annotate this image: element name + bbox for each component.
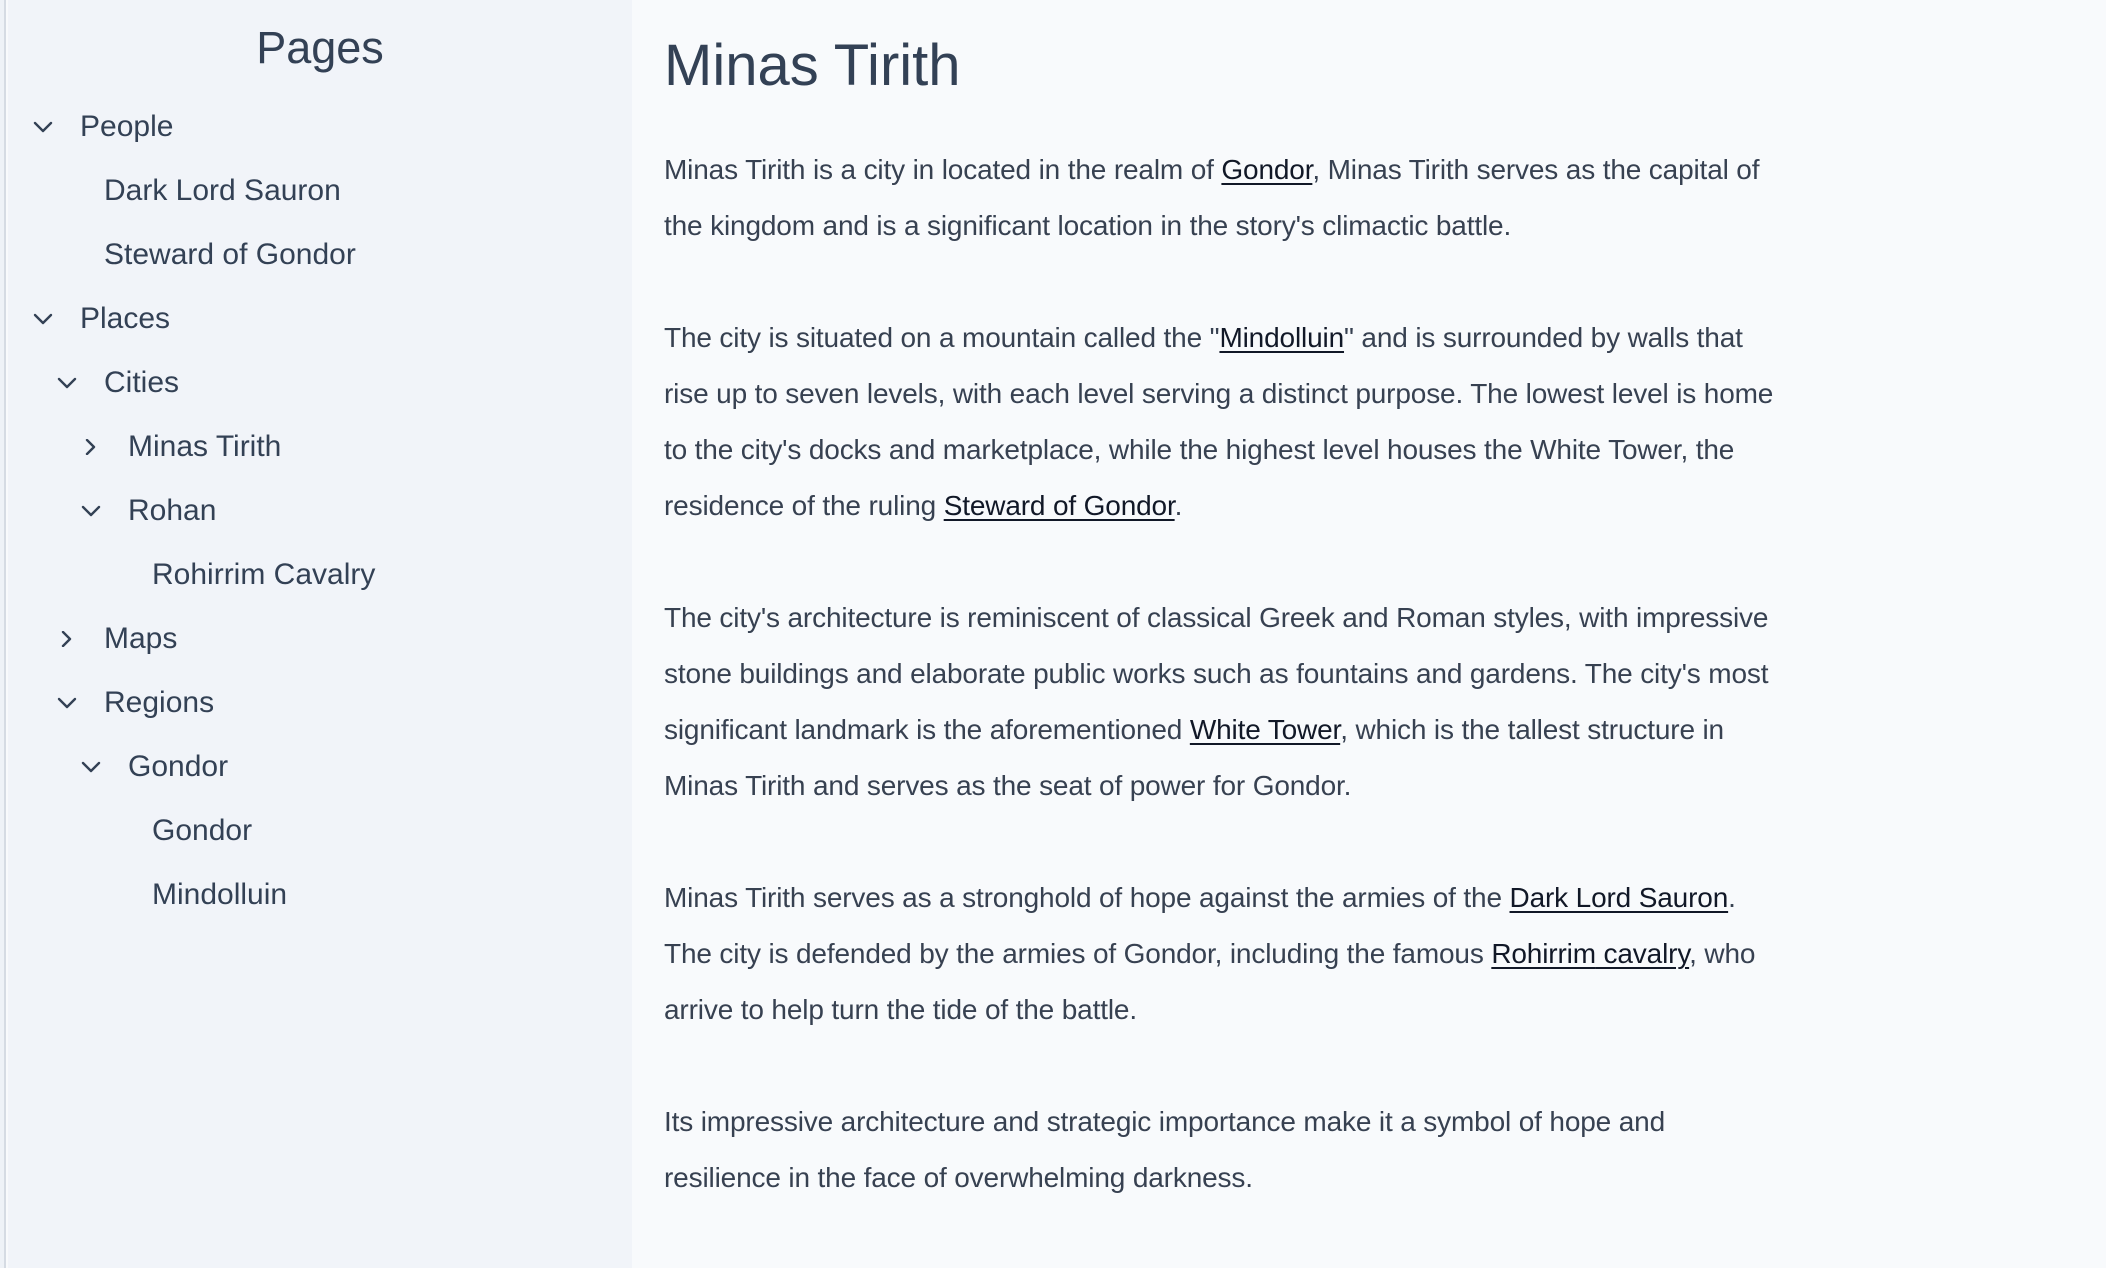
text-line: Its impressive architecture and strategi…	[664, 1094, 2004, 1150]
text-segment: Minas Tirith is a city in located in the…	[664, 154, 1222, 185]
sidebar-item-mindolluin[interactable]: Mindolluin	[8, 863, 632, 927]
text-line: Minas Tirith and serves as the seat of p…	[664, 758, 2004, 814]
sidebar-item-rohan[interactable]: Rohan	[8, 479, 632, 543]
text-segment: The city is situated on a mountain calle…	[664, 322, 1220, 353]
sidebar-item-places[interactable]: Places	[8, 287, 632, 351]
text-line: The city is situated on a mountain calle…	[664, 310, 2004, 366]
sidebar-item-label: Minas Tirith	[128, 430, 282, 463]
text-line: The city's architecture is reminiscent o…	[664, 590, 2004, 646]
text-segment: rise up to seven levels, with each level…	[664, 378, 1774, 409]
chevron-down-icon[interactable]	[33, 119, 53, 135]
text-line: the kingdom and is a significant locatio…	[664, 198, 2004, 254]
text-line: stone buildings and elaborate public wor…	[664, 646, 2004, 702]
text-segment: " and is surrounded by walls that	[1344, 322, 1743, 353]
text-segment: significant landmark is the aforemention…	[664, 714, 1190, 745]
page-link-steward-of-gondor[interactable]: Steward of Gondor	[944, 490, 1175, 521]
text-segment: residence of the ruling	[664, 490, 944, 521]
chevron-down-icon[interactable]	[57, 695, 77, 711]
chevron-right-icon[interactable]	[81, 439, 101, 455]
page-link-gondor[interactable]: Gondor	[1221, 154, 1312, 185]
text-segment: , Minas Tirith serves as the capital of	[1312, 154, 1760, 185]
text-segment: .	[1728, 882, 1736, 913]
chevron-down-icon[interactable]	[33, 311, 53, 327]
text-line: significant landmark is the aforemention…	[664, 702, 2004, 758]
text-line: The city is defended by the armies of Go…	[664, 926, 2004, 982]
sidebar-item-gondor[interactable]: Gondor	[8, 799, 632, 863]
article-body: Minas Tirith is a city in located in the…	[664, 142, 2004, 1262]
text-segment: to the city's docks and marketplace, whi…	[664, 434, 1735, 465]
chevron-down-icon[interactable]	[81, 759, 101, 775]
text-segment: resilience in the face of overwhelming d…	[664, 1162, 1253, 1193]
paragraph: The city's architecture is reminiscent o…	[664, 590, 2004, 814]
page-link-mindolluin[interactable]: Mindolluin	[1219, 322, 1344, 353]
sidebar-item-minas-tirith[interactable]: Minas Tirith	[8, 415, 632, 479]
sidebar-item-label: Mindolluin	[152, 878, 288, 911]
text-segment: Its impressive architecture and strategi…	[664, 1106, 1665, 1137]
sidebar-item-label: Rohan	[128, 494, 217, 527]
page-link-dark-lord-sauron[interactable]: Dark Lord Sauron	[1510, 882, 1729, 913]
sidebar-item-label: People	[80, 110, 174, 143]
page-link-white-tower[interactable]: White Tower	[1190, 714, 1340, 745]
sidebar-item-dark-lord-sauron[interactable]: Dark Lord Sauron	[8, 159, 632, 223]
text-segment: , which is the tallest structure in	[1340, 714, 1724, 745]
page-tree: People Dark Lord Sauron Steward of Gondor P…	[8, 95, 632, 927]
sidebar-item-regions[interactable]: Regions	[8, 671, 632, 735]
paragraph: Its impressive architecture and strategi…	[664, 1094, 2004, 1206]
chevron-down-icon[interactable]	[81, 503, 101, 519]
text-segment: The city is defended by the armies of Go…	[664, 938, 1492, 969]
sidebar: Pages People Dark Lord Sauron Steward of G…	[8, 0, 632, 1268]
text-line: Minas Tirith serves as a stronghold of h…	[664, 870, 2004, 926]
text-segment: stone buildings and elaborate public wor…	[664, 658, 1769, 689]
page-link-rohirrim[interactable]: Rohirrim	[1491, 938, 1596, 969]
sidebar-item-rohirrim-cavalry[interactable]: Rohirrim Cavalry	[8, 543, 632, 607]
sidebar-item-label: Rohirrim Cavalry	[152, 558, 376, 591]
chevron-down-icon[interactable]	[57, 375, 77, 391]
sidebar-item-label: Dark Lord Sauron	[104, 174, 341, 207]
text-line: residence of the ruling Steward of Gondo…	[664, 478, 2004, 534]
sidebar-item-label: Steward of Gondor	[104, 238, 356, 271]
sidebar-title: Pages	[256, 22, 384, 73]
paragraph: The city is situated on a mountain calle…	[664, 310, 2004, 534]
text-segment: Minas Tirith and serves as the seat of p…	[664, 770, 1352, 801]
text-segment: arrive to help turn the tide of the batt…	[664, 994, 1137, 1025]
page-link-cavalry[interactable]: cavalry	[1596, 938, 1690, 969]
text-segment: .	[1174, 490, 1183, 521]
text-segment: Minas Tirith serves as a stronghold of h…	[664, 882, 1510, 913]
text-line: to the city's docks and marketplace, whi…	[664, 422, 2004, 478]
page-title: Minas Tirith	[664, 33, 961, 98]
window-edge	[0, 0, 6, 1268]
sidebar-item-maps[interactable]: Maps	[8, 607, 632, 671]
sidebar-item-label: Cities	[104, 366, 180, 399]
sidebar-item-label: Regions	[104, 686, 215, 719]
text-segment: , who	[1689, 938, 1756, 969]
sidebar-item-label: Gondor	[152, 814, 253, 847]
sidebar-item-label: Places	[80, 302, 171, 335]
sidebar-item-label: Gondor	[128, 750, 229, 783]
text-line: Minas Tirith is a city in located in the…	[664, 142, 2004, 198]
paragraph: Minas Tirith is a city in located in the…	[664, 142, 2004, 254]
text-segment: The city's architecture is reminiscent o…	[664, 602, 1769, 633]
text-line: resilience in the face of overwhelming d…	[664, 1150, 2004, 1206]
main-content: Minas Tirith Minas Tirith is a city in l…	[632, 0, 2106, 1268]
paragraph: Minas Tirith serves as a stronghold of h…	[664, 870, 2004, 1038]
sidebar-item-cities[interactable]: Cities	[8, 351, 632, 415]
sidebar-item-people[interactable]: People	[8, 95, 632, 159]
text-segment: the kingdom and is a significant locatio…	[664, 210, 1512, 241]
text-line: arrive to help turn the tide of the batt…	[664, 982, 2004, 1038]
sidebar-item-label: Maps	[104, 622, 178, 655]
sidebar-item-steward-of-gondor[interactable]: Steward of Gondor	[8, 223, 632, 287]
sidebar-item-gondor[interactable]: Gondor	[8, 735, 632, 799]
chevron-right-icon[interactable]	[57, 631, 77, 647]
text-line: rise up to seven levels, with each level…	[664, 366, 2004, 422]
